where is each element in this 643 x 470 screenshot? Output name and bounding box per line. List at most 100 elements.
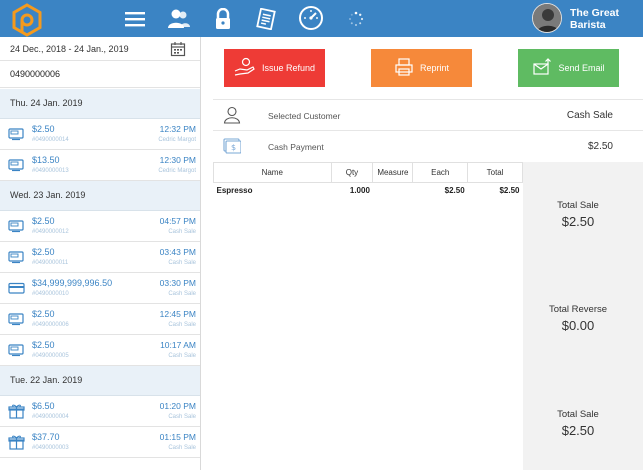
transaction-row[interactable]: $2.50 #0490000011 03:43 PM Cash Sale xyxy=(0,242,200,273)
gift-icon xyxy=(8,404,25,419)
transaction-row[interactable]: $2.50 #0490000014 12:32 PM Cedric Margot xyxy=(0,119,200,150)
items-header-row: Name Qty Measure Each Total xyxy=(213,162,523,183)
cash-payment-icon: $ xyxy=(223,137,242,155)
transaction-number: #0490000006 xyxy=(32,322,69,328)
transaction-customer: Cash Sale xyxy=(168,260,196,266)
final-total-label: Total Sale xyxy=(557,409,599,420)
column-header-name: Name xyxy=(213,162,332,183)
transaction-number: #0490000013 xyxy=(32,168,69,174)
transaction-row[interactable]: $2.50 #0490000006 12:45 PM Cash Sale xyxy=(0,304,200,335)
app-logo-icon[interactable] xyxy=(10,3,44,37)
selected-customer-label: Selected Customer xyxy=(268,111,341,121)
transaction-amount: $13.50 xyxy=(32,155,60,165)
issue-refund-button[interactable]: Issue Refund xyxy=(224,49,325,87)
transactions-sidebar: 24 Dec., 2018 - 24 Jan., 2019 0490000006… xyxy=(0,37,201,470)
totals-panel: Total Sale $2.50 Total Reverse $0.00 Tot… xyxy=(523,162,643,470)
loading-spinner-icon xyxy=(344,7,368,31)
printer-icon xyxy=(394,57,414,79)
column-header-measure: Measure xyxy=(372,162,414,183)
transaction-time: 12:45 PM xyxy=(159,309,196,319)
transaction-time: 12:30 PM xyxy=(159,155,196,165)
lock-icon[interactable] xyxy=(211,7,235,31)
transaction-time: 01:15 PM xyxy=(159,432,196,442)
calendar-icon[interactable] xyxy=(170,41,186,57)
transaction-row[interactable]: $6.50 #0490000004 01:20 PM Cash Sale xyxy=(0,396,200,427)
send-email-button[interactable]: Send Email xyxy=(518,49,619,87)
cash-icon xyxy=(8,343,25,357)
transaction-customer: Cash Sale xyxy=(168,445,196,451)
top-navigation-bar: The Great Barista xyxy=(0,0,643,37)
card-icon xyxy=(8,281,25,295)
transaction-amount: $6.50 xyxy=(32,401,55,411)
selected-customer-value: Cash Sale xyxy=(566,110,613,121)
search-input[interactable]: 0490000006 xyxy=(0,61,200,88)
items-table-area: Name Qty Measure Each Total Espresso 1.0… xyxy=(213,162,523,470)
item-each: $2.50 xyxy=(444,186,465,196)
user-name-line1: The Great xyxy=(570,7,620,19)
send-email-label: Send Email xyxy=(558,63,605,73)
date-range-filter[interactable]: 24 Dec., 2018 - 24 Jan., 2019 xyxy=(0,37,200,61)
transaction-list: Thu. 24 Jan. 2019 $2.50 #0490000014 12:3… xyxy=(0,89,200,458)
search-value: 0490000006 xyxy=(10,69,61,79)
payment-value: $2.50 xyxy=(587,141,613,152)
dashboard-gauge-icon[interactable] xyxy=(298,5,324,31)
transaction-detail: Issue Refund Reprint Send Email Selected… xyxy=(201,37,643,470)
total-sale-value: $2.50 xyxy=(561,214,595,229)
transaction-number: #0490000003 xyxy=(32,445,69,451)
transaction-customer: Cash Sale xyxy=(168,229,196,235)
transaction-time: 01:20 PM xyxy=(159,401,196,411)
column-header-qty: Qty xyxy=(330,162,374,183)
transaction-row[interactable]: $34,999,999,996.50 #0490000010 03:30 PM … xyxy=(0,273,200,304)
svg-text:$: $ xyxy=(231,143,236,152)
customers-icon[interactable] xyxy=(167,7,191,31)
total-sale-block: Total Sale $2.50 xyxy=(523,200,633,229)
transaction-row[interactable]: $13.50 #0490000013 12:30 PM Cedric Margo… xyxy=(0,150,200,181)
avatar[interactable] xyxy=(532,3,562,33)
person-icon xyxy=(223,106,241,124)
item-row[interactable]: Espresso 1.000 $2.50 $2.50 xyxy=(214,183,523,199)
day-header: Wed. 23 Jan. 2019 xyxy=(0,181,200,211)
transaction-number: #0490000014 xyxy=(32,137,69,143)
item-total: $2.50 xyxy=(499,186,520,196)
transaction-amount: $2.50 xyxy=(32,247,55,257)
transaction-customer: Cash Sale xyxy=(168,322,196,328)
user-name-line2: Barista xyxy=(570,19,606,31)
cash-icon xyxy=(8,312,25,326)
refund-hand-icon xyxy=(234,57,256,79)
menu-icon[interactable] xyxy=(123,7,147,31)
transaction-customer: Cash Sale xyxy=(168,291,196,297)
final-total-value: $2.50 xyxy=(561,423,595,438)
payment-row: $ Cash Payment $2.50 xyxy=(213,130,643,161)
transaction-time: 10:17 AM xyxy=(160,340,196,350)
user-name: The Great Barista xyxy=(570,7,642,31)
reprint-button[interactable]: Reprint xyxy=(371,49,472,87)
transaction-time: 04:57 PM xyxy=(159,216,196,226)
date-range-text: 24 Dec., 2018 - 24 Jan., 2019 xyxy=(10,44,129,54)
transaction-number: #0490000004 xyxy=(32,414,69,420)
transaction-number: #0490000010 xyxy=(32,291,69,297)
transaction-row[interactable]: $2.50 #0490000012 04:57 PM Cash Sale xyxy=(0,211,200,242)
email-icon xyxy=(532,57,552,79)
payment-label: Cash Payment xyxy=(268,142,324,152)
day-header: Tue. 22 Jan. 2019 xyxy=(0,366,200,396)
transaction-time: 12:32 PM xyxy=(159,124,196,134)
selected-customer-row[interactable]: Selected Customer Cash Sale xyxy=(213,99,643,130)
reports-icon[interactable] xyxy=(254,7,278,31)
cash-icon xyxy=(8,250,25,264)
transaction-amount: $2.50 xyxy=(32,216,55,226)
day-label: Wed. 23 Jan. 2019 xyxy=(10,190,86,200)
total-reverse-value: $0.00 xyxy=(561,318,595,333)
transaction-row[interactable]: $2.50 #0490000005 10:17 AM Cash Sale xyxy=(0,335,200,366)
transaction-customer: Cash Sale xyxy=(168,353,196,359)
item-qty: 1.000 xyxy=(349,186,370,196)
transaction-amount: $2.50 xyxy=(32,309,55,319)
transaction-number: #0490000011 xyxy=(32,260,69,266)
transaction-row[interactable]: $37.70 #0490000003 01:15 PM Cash Sale xyxy=(0,427,200,458)
transaction-time: 03:30 PM xyxy=(159,278,196,288)
total-sale-label: Total Sale xyxy=(557,200,599,211)
transaction-amount: $34,999,999,996.50 xyxy=(32,278,113,288)
transaction-customer: Cash Sale xyxy=(168,414,196,420)
user-profile[interactable]: The Great Barista xyxy=(523,0,643,37)
eftpos-icon xyxy=(8,158,25,172)
items-table: Name Qty Measure Each Total Espresso 1.0… xyxy=(213,162,523,199)
